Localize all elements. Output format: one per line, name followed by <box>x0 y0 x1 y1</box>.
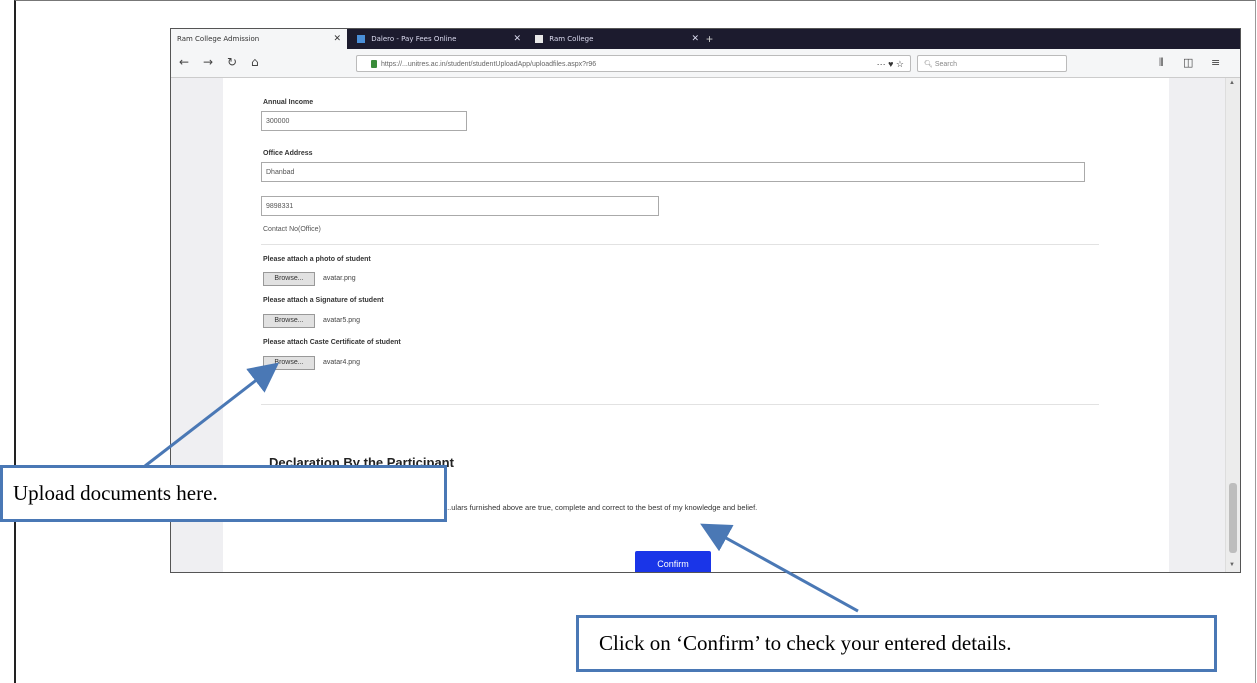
tab-label: Ram College <box>549 35 594 43</box>
annual-income-field[interactable]: 300000 <box>261 111 467 131</box>
tab-label: Ram College Admission <box>177 35 260 43</box>
caste-file-name: avatar4.png <box>323 359 360 366</box>
forward-icon[interactable]: → <box>203 55 213 69</box>
upload-callout: Upload documents here. <box>0 465 447 522</box>
tab-admission[interactable]: Ram College Admission ✕ <box>171 29 347 49</box>
confirm-callout-text: Click on ‘Confirm’ to check your entered… <box>599 631 1012 655</box>
scroll-up-icon[interactable]: ▲ <box>1229 80 1235 86</box>
contact-office-field[interactable]: 9898331 <box>261 196 659 216</box>
tab-close-icon[interactable]: ✕ <box>513 29 521 49</box>
confirm-callout: Click on ‘Confirm’ to check your entered… <box>576 615 1217 672</box>
annual-income-label: Annual Income <box>263 99 314 106</box>
tab-pay-fees[interactable]: Dalero - Pay Fees Online ✕ <box>351 29 527 49</box>
signature-upload-label: Please attach a Signature of student <box>263 297 384 304</box>
url-bar[interactable]: https://...unitres.ac.in/student/student… <box>356 55 911 72</box>
page-actions-icon[interactable]: ··· ♥ ☆ <box>877 56 904 73</box>
tab-close-icon[interactable]: ✕ <box>691 29 699 49</box>
photo-upload-label: Please attach a photo of student <box>263 256 371 263</box>
lock-icon <box>371 60 377 68</box>
signature-file-name: avatar5.png <box>323 317 360 324</box>
divider <box>261 244 1099 245</box>
office-address-field[interactable]: Dhanbad <box>261 162 1085 182</box>
reload-icon[interactable]: ↻ <box>227 55 237 69</box>
back-icon[interactable]: ← <box>179 55 189 69</box>
nav-bar: ← → ↻ ⌂ https://...unitres.ac.in/student… <box>171 49 1240 78</box>
home-icon[interactable]: ⌂ <box>251 55 259 69</box>
tab-label: Dalero - Pay Fees Online <box>371 35 457 43</box>
new-tab-icon[interactable]: + <box>706 29 713 49</box>
confirm-button[interactable]: Confirm <box>635 551 711 572</box>
search-icon: 🔍︎ <box>924 61 935 68</box>
tab-close-icon[interactable]: ✕ <box>333 29 341 49</box>
declaration-text: ...ulars furnished above are true, compl… <box>445 503 758 512</box>
vertical-scrollbar[interactable]: ▲ ▼ <box>1225 78 1240 572</box>
caste-upload-label: Please attach Caste Certificate of stude… <box>263 339 401 346</box>
pay-favicon-icon <box>357 35 365 43</box>
library-icon[interactable]: ⫴ <box>1159 56 1164 70</box>
menu-icon[interactable]: ≡ <box>1211 56 1220 69</box>
signature-browse-button[interactable]: Browse... <box>263 314 315 328</box>
url-text: https://...unitres.ac.in/student/student… <box>381 61 597 68</box>
search-input[interactable]: 🔍︎ Search <box>917 55 1067 72</box>
caste-browse-button[interactable]: Browse... <box>263 356 315 370</box>
scroll-thumb[interactable] <box>1229 483 1237 553</box>
search-placeholder: Search <box>934 61 958 68</box>
photo-browse-button[interactable]: Browse... <box>263 272 315 286</box>
tab-ram-college[interactable]: Ram College ✕ <box>529 29 705 49</box>
office-address-label: Office Address <box>263 150 313 157</box>
tab-bar: Ram College Admission ✕ Dalero - Pay Fee… <box>171 29 1240 49</box>
upload-callout-text: Upload documents here. <box>13 481 218 505</box>
divider <box>261 404 1099 405</box>
contact-office-caption: Contact No(Office) <box>263 226 321 233</box>
sidebar-icon[interactable]: ◫ <box>1183 56 1193 69</box>
college-favicon-icon <box>535 35 543 43</box>
scroll-down-icon[interactable]: ▼ <box>1229 562 1235 568</box>
photo-file-name: avatar.png <box>323 275 356 282</box>
